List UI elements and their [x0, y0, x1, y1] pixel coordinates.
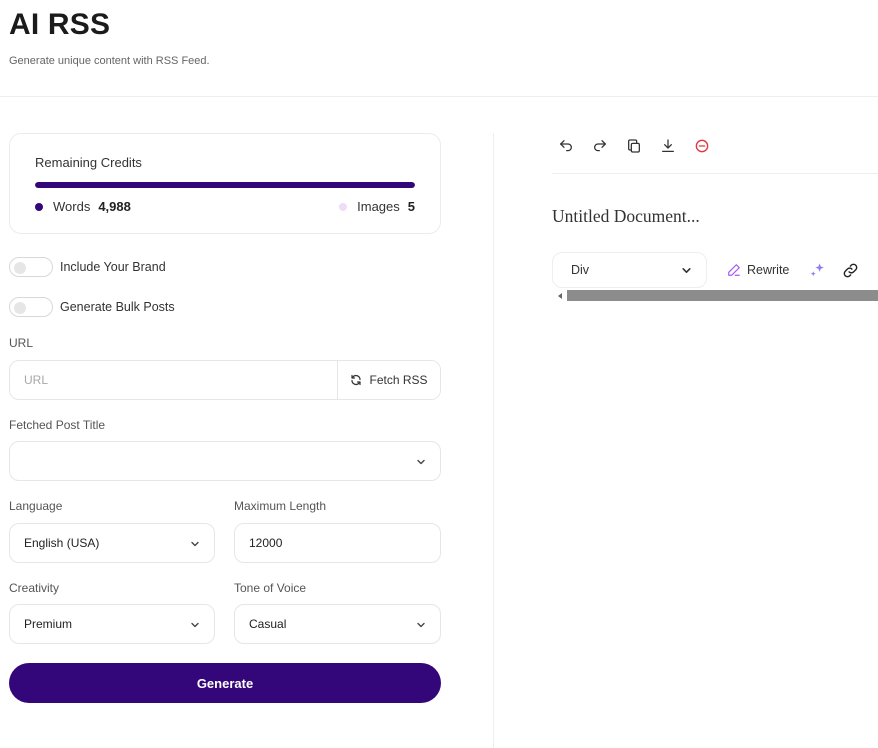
scroll-left-icon — [558, 292, 562, 299]
sparkle-icon — [811, 262, 825, 276]
fetch-rss-label: Fetch RSS — [369, 373, 428, 387]
credits-title: Remaining Credits — [35, 155, 142, 170]
url-label: URL — [9, 336, 34, 350]
include-brand-label: Include Your Brand — [60, 260, 166, 274]
rewrite-button[interactable]: Rewrite — [727, 263, 789, 277]
format-bar-scrollbar[interactable] — [556, 290, 878, 301]
credits-progress-bar — [35, 182, 415, 188]
bulk-posts-label: Generate Bulk Posts — [60, 300, 175, 314]
undo-button[interactable] — [556, 136, 576, 156]
scrollbar-thumb[interactable] — [567, 290, 878, 301]
words-label: Words — [53, 199, 91, 214]
ai-sparkle-button[interactable] — [809, 262, 826, 279]
toggle-knob — [14, 262, 26, 274]
link-icon — [844, 263, 858, 277]
credits-words: Words 4,988 — [35, 199, 131, 214]
language-label: Language — [9, 499, 63, 513]
url-group: Fetch RSS — [9, 360, 441, 400]
remove-icon — [695, 139, 709, 153]
post-title-select[interactable] — [9, 441, 441, 481]
chevron-down-icon — [417, 622, 425, 628]
toggle-knob — [14, 302, 26, 314]
bulk-posts-toggle[interactable] — [9, 297, 53, 317]
credits-card: Remaining Credits Words 4,988 Images 5 — [9, 133, 441, 234]
tone-label: Tone of Voice — [234, 581, 307, 595]
fetch-rss-button[interactable]: Fetch RSS — [337, 361, 440, 399]
words-dot-icon — [35, 202, 43, 211]
block-type-value: Div — [571, 263, 590, 277]
copy-button[interactable] — [624, 136, 644, 156]
creativity-label: Creativity — [9, 581, 60, 595]
language-value: English (USA) — [24, 536, 100, 550]
redo-button[interactable] — [590, 136, 610, 156]
generate-button[interactable]: Generate — [9, 663, 441, 703]
chevron-down-icon — [682, 268, 691, 273]
redo-icon — [594, 140, 606, 152]
images-label: Images — [357, 199, 400, 214]
words-value: 4,988 — [98, 199, 131, 214]
max-length-value: 12000 — [249, 536, 283, 550]
editor-toolbar — [556, 136, 712, 156]
block-type-select[interactable]: Div — [552, 252, 707, 288]
post-title-label: Fetched Post Title — [9, 418, 106, 432]
tone-select[interactable]: Casual — [234, 604, 441, 644]
max-length-label: Maximum Length — [234, 499, 327, 513]
images-dot-icon — [339, 202, 348, 211]
url-input[interactable] — [10, 361, 337, 399]
chevron-down-icon — [191, 541, 199, 547]
chevron-down-icon — [191, 622, 199, 628]
language-select[interactable]: English (USA) — [9, 523, 215, 563]
creativity-select[interactable]: Premium — [9, 604, 215, 644]
chevron-down-icon — [417, 459, 425, 465]
document-title[interactable]: Untitled Document... — [552, 206, 700, 227]
link-button[interactable] — [842, 262, 859, 279]
page-subtitle: Generate unique content with RSS Feed. — [9, 55, 210, 67]
rewrite-label: Rewrite — [747, 263, 790, 277]
download-button[interactable] — [658, 136, 678, 156]
download-icon — [662, 139, 674, 152]
max-length-input[interactable]: 12000 — [234, 523, 441, 563]
remove-button[interactable] — [692, 136, 712, 156]
pane-divider — [493, 133, 494, 748]
bulk-posts-toggle-row[interactable]: Generate Bulk Posts — [9, 297, 175, 317]
toolbar-divider — [552, 173, 878, 174]
tone-value: Casual — [249, 617, 287, 631]
copy-icon — [628, 139, 640, 153]
include-brand-toggle-row[interactable]: Include Your Brand — [9, 257, 166, 277]
refresh-icon — [351, 374, 362, 386]
creativity-value: Premium — [24, 617, 73, 631]
page-title: AI RSS — [9, 8, 111, 41]
credits-images: Images 5 — [339, 199, 415, 214]
scroll-left-button[interactable] — [556, 290, 564, 301]
format-bar: Div Rewrite — [552, 252, 859, 288]
credits-progress-fill — [35, 182, 415, 188]
images-value: 5 — [407, 199, 415, 214]
include-brand-toggle[interactable] — [9, 257, 53, 277]
undo-icon — [560, 140, 572, 152]
pencil-icon — [728, 264, 740, 276]
header-divider — [0, 96, 878, 97]
